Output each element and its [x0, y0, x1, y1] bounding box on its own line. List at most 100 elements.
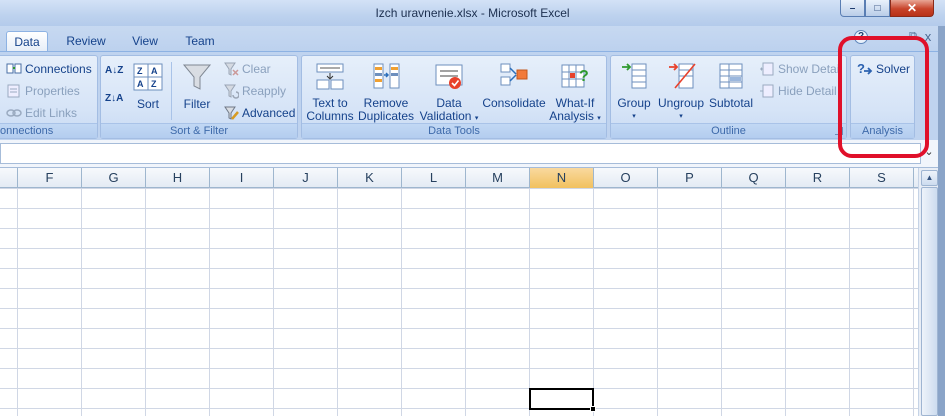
maximize-button[interactable]: □ [865, 0, 890, 17]
column-header-j[interactable]: J [274, 168, 338, 188]
remove-duplicates-label-2: Duplicates [357, 109, 415, 123]
edit-links-icon [6, 109, 22, 117]
remove-duplicates-button[interactable]: Remove Duplicates [357, 61, 415, 123]
svg-text:Z: Z [137, 66, 143, 76]
clear-label: Clear [242, 62, 271, 76]
column-header-f[interactable]: F [18, 168, 82, 188]
svg-text:?: ? [579, 68, 589, 85]
advanced-filter-icon [224, 106, 239, 120]
connections-button[interactable]: Connections [6, 59, 92, 79]
group-dropdown-arrow[interactable]: ▾ [614, 110, 654, 123]
remove-duplicates-icon [373, 63, 400, 89]
consolidate-button[interactable]: Consolidate [482, 61, 546, 110]
consolidate-label: Consolidate [482, 96, 546, 110]
group-label-outline: Outline [611, 123, 846, 138]
sort-z-to-a-icon: Z↓A [105, 93, 124, 104]
column-header-n[interactable]: N [530, 168, 594, 188]
sort-icon: Z AA Z [133, 63, 163, 91]
svg-text:Z: Z [151, 79, 157, 89]
properties-icon [7, 84, 20, 98]
data-validation-button[interactable]: Data Validation ▾ [419, 61, 479, 125]
reapply-button[interactable]: Reapply [223, 81, 286, 101]
filter-button[interactable]: Filter [177, 62, 217, 111]
tab-data[interactable]: Data [6, 31, 48, 53]
hide-detail-icon [760, 84, 774, 98]
advanced-filter-button[interactable]: Advanced [223, 103, 295, 123]
column-header-o[interactable]: O [594, 168, 658, 188]
svg-text:A: A [151, 66, 158, 76]
svg-text:A: A [137, 79, 144, 89]
column-header-m[interactable]: M [466, 168, 530, 188]
column-headers: F G H I J K L M N O P Q R S [0, 168, 918, 188]
connections-icon [6, 63, 22, 74]
group-sort-filter: A↓Z Z↓A ZAAZ Sort Filter Clear Reapply A… [100, 55, 298, 139]
close-window-button[interactable]: ✕ [890, 0, 934, 17]
filter-label: Filter [183, 97, 211, 111]
group-connections: Connections Properties Edit Links onnect… [0, 55, 98, 139]
minimize-button[interactable]: – [840, 0, 865, 17]
data-validation-icon [435, 64, 463, 89]
ungroup-dropdown-arrow[interactable]: ▾ [655, 110, 707, 123]
solver-highlight-annotation [838, 36, 929, 158]
ungroup-button[interactable]: Ungroup ▾ [655, 61, 707, 123]
connections-label: Connections [25, 62, 92, 76]
reapply-label: Reapply [242, 84, 287, 98]
show-detail-button[interactable]: Show Detail [759, 59, 842, 79]
scroll-up-icon[interactable]: ▲ [921, 170, 938, 186]
filter-funnel-icon [182, 64, 212, 90]
column-header-partial[interactable] [0, 168, 18, 188]
ribbon: Connections Properties Edit Links onnect… [0, 51, 945, 140]
ungroup-icon [669, 63, 696, 89]
cell-grid[interactable] [0, 188, 918, 416]
group-label: Group [617, 96, 651, 110]
show-detail-icon [760, 62, 774, 76]
subtotal-label: Subtotal [708, 96, 754, 110]
sort-button[interactable]: ZAAZ Sort [130, 62, 166, 111]
edit-links-button[interactable]: Edit Links [6, 103, 77, 123]
clear-filter-button[interactable]: Clear [223, 59, 271, 79]
column-header-q[interactable]: Q [722, 168, 786, 188]
window-title: Izch uravnenie.xlsx - Microsoft Excel [375, 6, 570, 20]
group-icon [622, 63, 647, 89]
sort-z-to-a-button[interactable]: Z↓A [105, 94, 125, 114]
tab-team[interactable]: Team [178, 31, 222, 52]
properties-button[interactable]: Properties [6, 81, 80, 101]
group-button[interactable]: Group ▾ [614, 61, 654, 123]
hide-detail-label: Hide Detail [778, 84, 837, 98]
show-detail-label: Show Detail [778, 62, 843, 76]
active-cell[interactable] [529, 388, 594, 410]
column-header-g[interactable]: G [82, 168, 146, 188]
column-header-h[interactable]: H [146, 168, 210, 188]
hide-detail-button[interactable]: Hide Detail [759, 81, 837, 101]
sort-a-to-z-icon: A↓Z [105, 65, 124, 76]
text-to-columns-icon [316, 63, 344, 90]
scrollbar-thumb[interactable] [921, 187, 938, 416]
tab-review[interactable]: Review [60, 31, 112, 52]
tab-view[interactable]: View [124, 31, 166, 52]
separator [171, 62, 172, 120]
column-header-i[interactable]: I [210, 168, 274, 188]
clear-filter-icon [224, 62, 239, 76]
formula-bar: ⌄ [0, 140, 945, 168]
edit-links-label: Edit Links [25, 106, 78, 120]
fill-handle[interactable] [590, 406, 596, 412]
sort-a-to-z-button[interactable]: A↓Z [105, 66, 125, 86]
subtotal-button[interactable]: Subtotal [707, 61, 755, 110]
formula-input[interactable] [0, 143, 921, 164]
text-to-columns-button[interactable]: Text to Columns [306, 61, 354, 123]
column-header-k[interactable]: K [338, 168, 402, 188]
column-header-s[interactable]: S [850, 168, 914, 188]
what-if-analysis-icon: ? [561, 64, 589, 88]
consolidate-icon [500, 63, 528, 86]
subtotal-icon [719, 63, 743, 89]
column-header-p[interactable]: P [658, 168, 722, 188]
text-to-columns-label-2: Columns [306, 109, 354, 123]
group-outline: Group ▾ Ungroup ▾ Subtotal Show Detail H… [610, 55, 847, 139]
column-header-r[interactable]: R [786, 168, 850, 188]
ribbon-tab-strip: Data Review View Team ? ⧉ x [0, 26, 945, 53]
ungroup-label: Ungroup [657, 96, 705, 110]
sort-label: Sort [136, 97, 159, 111]
what-if-analysis-button[interactable]: ? What-If Analysis ▾ [548, 61, 602, 125]
column-header-l[interactable]: L [402, 168, 466, 188]
group-label-connections: onnections [0, 123, 97, 138]
